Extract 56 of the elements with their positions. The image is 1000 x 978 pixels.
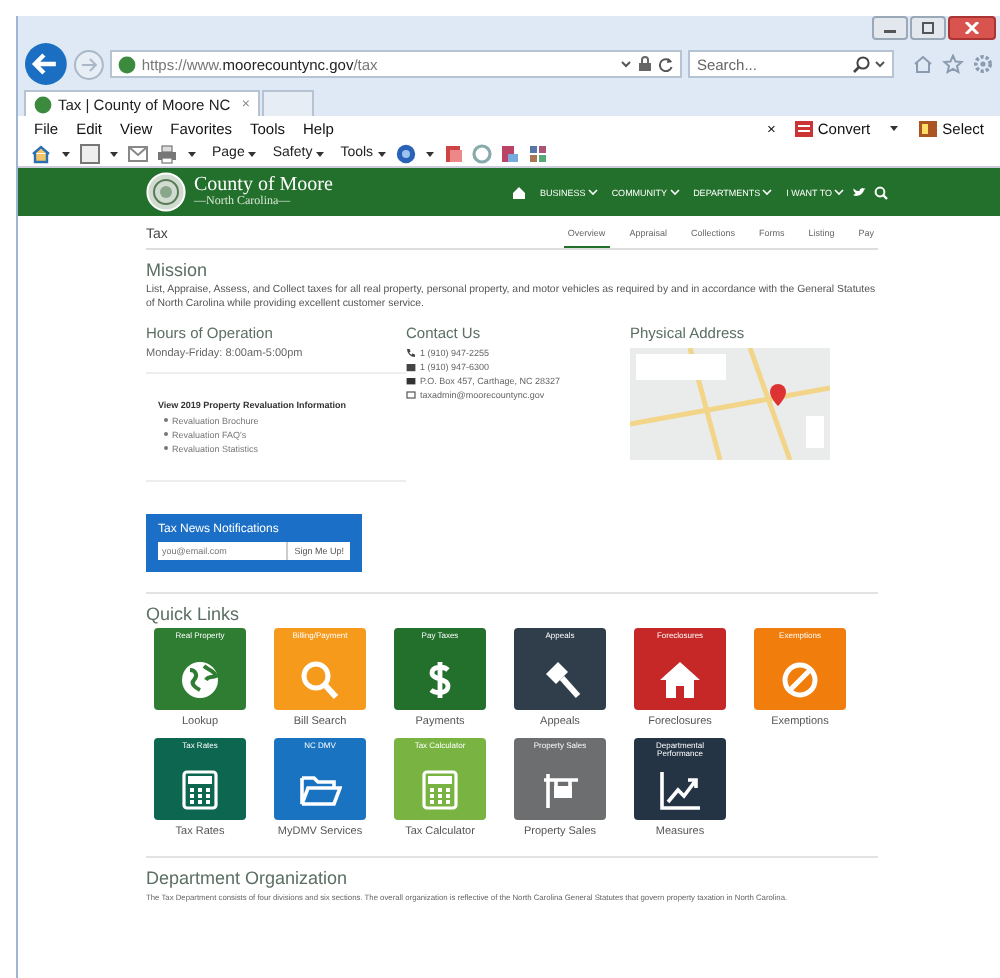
section-heading: Quick Links (146, 603, 242, 624)
search-icon[interactable] (874, 185, 888, 199)
caret-icon[interactable] (888, 122, 901, 134)
caret-icon (587, 188, 598, 196)
refresh-icon[interactable] (658, 56, 675, 72)
caret-icon[interactable] (108, 147, 120, 159)
section-heading: Department Organization (146, 867, 350, 888)
maximize-icon (920, 22, 936, 34)
section-heading: Mission (146, 260, 210, 280)
back-button[interactable] (24, 42, 68, 86)
sign-icon (542, 771, 580, 809)
star-icon[interactable] (941, 54, 964, 74)
document-icon (918, 119, 939, 137)
county-seal-icon[interactable] (146, 172, 186, 212)
globe-icon (182, 661, 218, 698)
printer-icon[interactable] (156, 143, 178, 163)
caret-icon (834, 188, 844, 196)
mail-icon[interactable] (128, 145, 148, 161)
minimize-button[interactable] (872, 16, 908, 40)
folder-icon (300, 775, 342, 805)
grid-icon[interactable] (527, 143, 548, 163)
gavel-icon (546, 661, 581, 698)
caret-icon (314, 147, 327, 159)
chart-icon (660, 769, 702, 809)
help-icon[interactable] (395, 143, 416, 163)
caret-icon (669, 188, 680, 196)
dropdown-icon[interactable] (620, 58, 633, 70)
home-icon[interactable] (512, 185, 527, 199)
search-icon[interactable] (851, 55, 870, 73)
feed-icon[interactable] (80, 143, 100, 163)
calculator-icon (422, 769, 458, 809)
site-icon (117, 55, 136, 73)
fax-icon (406, 361, 416, 372)
bird-icon[interactable] (852, 186, 866, 198)
calculator-icon (182, 769, 218, 809)
caret-icon[interactable] (423, 147, 436, 159)
dollar-icon (428, 659, 451, 700)
caret-icon (246, 147, 259, 159)
caret-icon (375, 147, 388, 159)
site-title[interactable]: County of Moore (194, 176, 333, 196)
phone-icon (406, 347, 416, 358)
search-icon (301, 660, 339, 699)
close-button[interactable] (948, 16, 996, 40)
maximize-button[interactable] (910, 16, 946, 40)
prohibited-icon (782, 661, 818, 697)
caret-icon[interactable] (60, 147, 72, 159)
caret-icon (762, 188, 773, 196)
home-icon[interactable] (30, 143, 52, 163)
document-icon[interactable] (443, 143, 464, 163)
dropdown-icon[interactable] (873, 58, 886, 70)
caret-icon[interactable] (186, 147, 198, 159)
lock-icon (638, 56, 653, 72)
close-icon (964, 22, 980, 34)
site-icon (34, 95, 52, 113)
house-icon (660, 661, 700, 698)
document-icon[interactable] (499, 143, 520, 163)
